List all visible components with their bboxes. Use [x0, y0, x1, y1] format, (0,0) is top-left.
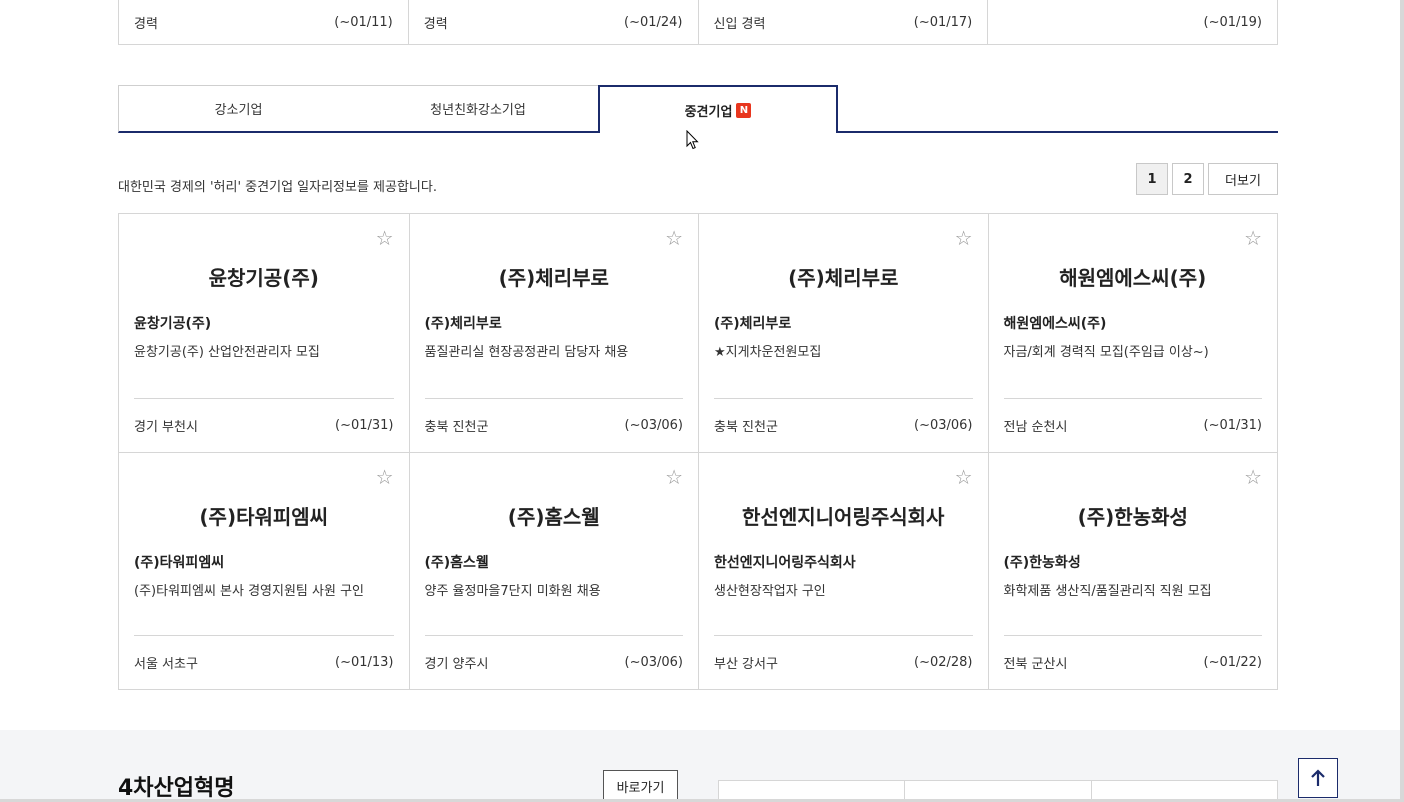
page-2-button[interactable]: 2: [1172, 163, 1204, 195]
deadline: (~03/06): [914, 417, 973, 433]
star-icon[interactable]: ☆: [955, 467, 973, 487]
mouse-cursor-icon: [686, 130, 699, 150]
job-title: (주)타워피엠씨 본사 경영지원팀 사원 구인: [134, 583, 364, 599]
company-name: 해원엠에스씨(주): [1003, 316, 1107, 332]
company-name: (주)한농화성: [1003, 554, 1081, 571]
location: 전북 군산시: [1003, 657, 1068, 672]
deadline: (~01/31): [335, 417, 394, 433]
deadline: (~02/28): [914, 655, 973, 670]
card-title: (주)체리부로: [498, 266, 609, 290]
company-type-tabs: 강소기업 청년친화강소기업 중견기업 N: [118, 85, 1278, 133]
card-footer: 전남 순천시 (~01/31): [1003, 397, 1263, 452]
arrow-up-icon: [1311, 769, 1325, 786]
card-title: (주)체리부로: [788, 266, 899, 290]
tab-label: 중견기업: [684, 104, 733, 120]
more-button[interactable]: 더보기: [1208, 163, 1278, 195]
company-name: 윤창기공(주): [134, 316, 212, 332]
location: 충북 진천군: [714, 419, 778, 435]
job-card[interactable]: ☆ 윤창기공(주) 윤창기공(주) 윤창기공(주) 산업안전관리자 모집 경기 …: [119, 214, 409, 452]
card-title: (주)홈스웰: [507, 504, 600, 529]
job-card[interactable]: ☆ (주)한농화성 (주)한농화성 화학제품 생산직/품질관리직 직원 모집 전…: [987, 451, 1277, 689]
scroll-to-top-button[interactable]: [1298, 758, 1338, 798]
card-title: (주)타워피엠씨: [199, 504, 329, 529]
deadline: (~01/31): [1203, 417, 1263, 433]
page-1-button[interactable]: 1: [1136, 163, 1168, 195]
tab-youth-friendly-company[interactable]: 청년친화강소기업: [358, 85, 599, 133]
previous-job-row: 경력 (~01/11) 경력 (~01/24) 신입 경력 (~01/17) (~01…: [118, 0, 1278, 45]
card-footer: 부산 강서구 (~02/28): [714, 635, 973, 689]
job-type: 경력: [134, 16, 158, 32]
job-title: 품질관리실 현장공정관리 담당자 채용: [424, 345, 629, 360]
tab-label: 청년친화강소기업: [430, 103, 526, 118]
section-description: 대한민국 경제의 '허리' 중견기업 일자리정보를 제공합니다.: [118, 180, 437, 195]
company-name: 한선엔지니어링주식회사: [714, 554, 856, 571]
company-name: (주)타워피엠씨: [134, 554, 225, 571]
tab-small-strong-company[interactable]: 강소기업: [118, 85, 359, 133]
job-type: 신입 경력: [713, 16, 766, 32]
card-footer: 경기 양주시 (~03/06): [424, 635, 684, 689]
job-card-footer[interactable]: 경력 (~01/11): [119, 0, 408, 44]
star-icon[interactable]: ☆: [376, 467, 394, 487]
job-card-footer[interactable]: 신입 경력 (~01/17): [697, 0, 988, 44]
deadline: (~01/22): [1203, 655, 1263, 670]
company-name: (주)체리부로: [424, 316, 502, 332]
shortcut-button[interactable]: 바로가기: [603, 770, 678, 802]
card-footer: 서울 서초구 (~01/13): [134, 635, 394, 689]
location: 충북 진천군: [424, 419, 489, 435]
location: 경기 부천시: [134, 419, 198, 435]
job-card-footer[interactable]: 경력 (~01/24): [407, 0, 698, 44]
deadline: (~03/06): [624, 655, 684, 670]
job-title: 생산현장작업자 구인: [714, 583, 826, 599]
deadline: (~01/17): [913, 14, 973, 30]
location: 서울 서초구: [134, 657, 198, 672]
job-title: ★지게차운전원모집: [714, 345, 822, 360]
star-icon[interactable]: ☆: [665, 228, 683, 248]
company-name: (주)체리부로: [714, 316, 792, 332]
job-card[interactable]: ☆ (주)체리부로 (주)체리부로 ★지게차운전원모집 충북 진천군 (~03/0…: [698, 214, 988, 452]
location: 부산 강서구: [714, 657, 778, 672]
star-icon[interactable]: ☆: [376, 228, 394, 248]
info-table: [718, 780, 1278, 802]
star-icon[interactable]: ☆: [665, 467, 683, 487]
card-footer: 전북 군산시 (~01/22): [1003, 635, 1263, 689]
location: 경기 양주시: [424, 657, 489, 672]
job-card-grid: ☆ 윤창기공(주) 윤창기공(주) 윤창기공(주) 산업안전관리자 모집 경기 …: [118, 213, 1278, 690]
deadline: (~01/19): [1203, 14, 1263, 30]
card-footer: 충북 진천군 (~03/06): [424, 397, 684, 452]
job-type: 경력: [423, 16, 448, 32]
deadline: (~01/24): [624, 14, 683, 30]
job-card[interactable]: ☆ (주)체리부로 (주)체리부로 품질관리실 현장공정관리 담당자 채용 충북…: [408, 214, 699, 452]
section-title: 4차산업혁명: [118, 776, 235, 801]
new-badge: N: [736, 102, 752, 118]
tab-underline: [838, 131, 1278, 133]
card-footer: 경기 부천시 (~01/31): [134, 397, 394, 452]
company-name: (주)홈스웰: [424, 554, 489, 571]
job-title: 화학제품 생산직/품질관리직 직원 모집: [1003, 583, 1212, 599]
star-icon[interactable]: ☆: [1244, 228, 1262, 248]
deadline: (~01/13): [335, 655, 394, 670]
job-card-footer[interactable]: (~01/19): [987, 0, 1277, 44]
card-title: 해원엠에스씨(주): [1059, 266, 1207, 290]
pagination: 1 2 더보기: [1136, 163, 1278, 195]
tab-label: 강소기업: [214, 103, 263, 118]
job-card[interactable]: ☆ 한선엔지니어링주식회사 한선엔지니어링주식회사 생산현장작업자 구인 부산 …: [698, 451, 988, 689]
card-title: 윤창기공(주): [208, 266, 319, 290]
job-title: 윤창기공(주) 산업안전관리자 모집: [134, 345, 320, 360]
job-card[interactable]: ☆ 해원엠에스씨(주) 해원엠에스씨(주) 자금/회계 경력직 모집(주임급 이…: [987, 214, 1278, 452]
card-title: (주)한농화성: [1077, 504, 1188, 529]
job-card[interactable]: ☆ (주)홈스웰 (주)홈스웰 양주 율정마을7단지 미화원 채용 경기 양주시…: [408, 451, 698, 689]
star-icon[interactable]: ☆: [955, 228, 973, 248]
star-icon[interactable]: ☆: [1244, 467, 1262, 487]
job-title: 자금/회계 경력직 모집(주임급 이상~): [1003, 345, 1209, 360]
deadline: (~01/11): [334, 14, 393, 30]
card-title: 한선엔지니어링주식회사: [742, 504, 945, 529]
location: 전남 순천시: [1003, 419, 1068, 435]
job-card[interactable]: ☆ (주)타워피엠씨 (주)타워피엠씨 (주)타워피엠씨 본사 경영지원팀 사원…: [119, 451, 409, 690]
deadline: (~03/06): [624, 417, 684, 433]
card-footer: 충북 진천군 (~03/06): [714, 397, 973, 452]
tab-midsize-company[interactable]: 중견기업 N: [598, 85, 838, 133]
job-title: 양주 율정마을7단지 미화원 채용: [424, 583, 601, 599]
